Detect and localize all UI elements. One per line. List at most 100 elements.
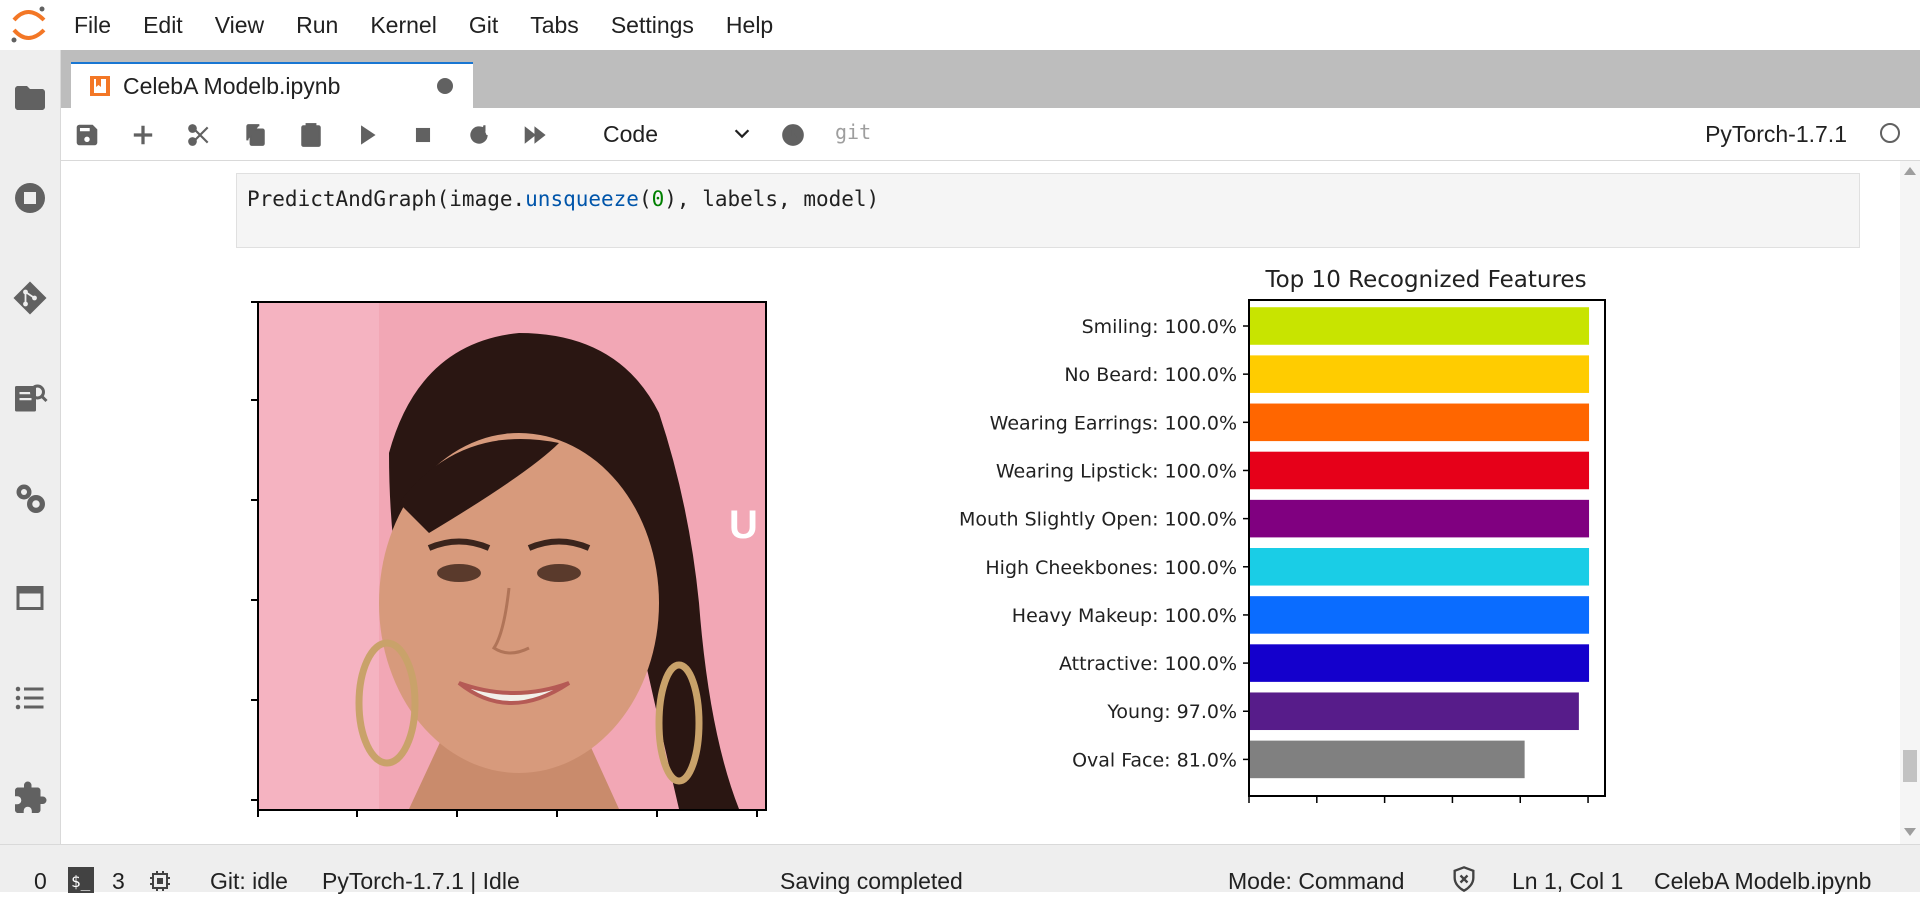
image-x-tick <box>257 811 259 817</box>
notebook-toolbar: Code git PyTorch-1.7.1 <box>61 108 1920 161</box>
copy-icon[interactable] <box>239 119 271 151</box>
fast-forward-icon[interactable] <box>519 119 551 151</box>
bar-label-2: Wearing Earrings: 100.0% <box>990 412 1237 434</box>
bar-label-7: Attractive: 100.0% <box>1059 653 1237 675</box>
bar-2 <box>1250 403 1590 442</box>
code-line: PredictAndGraph(image.unsqueeze(0), labe… <box>247 187 879 211</box>
open-tabs-icon[interactable] <box>10 578 50 618</box>
bar-label-8: Young: 97.0% <box>1106 701 1237 723</box>
bar-label-9: Oval Face: 81.0% <box>1072 749 1237 771</box>
bar-4 <box>1250 499 1590 538</box>
bar-3 <box>1250 451 1590 490</box>
code-text-suffix: ), labels, model) <box>664 187 880 211</box>
terminal-count[interactable]: 3 <box>112 868 125 894</box>
notebook-tab[interactable]: CelebA Modelb.ipynb <box>71 62 473 108</box>
menu-bar: File Edit View Run Kernel Git Tabs Setti… <box>0 0 1920 50</box>
menu-run[interactable]: Run <box>280 0 354 50</box>
chart-title: Top 10 Recognized Features <box>1264 267 1586 293</box>
bar-7 <box>1250 644 1590 682</box>
image-x-tick <box>556 811 558 817</box>
bar-9 <box>1250 740 1525 779</box>
bar-1 <box>1250 355 1590 393</box>
kernel-status-idle-icon <box>1880 123 1900 143</box>
paste-icon[interactable] <box>295 119 327 151</box>
extension-settings-gear-icon[interactable] <box>10 478 50 518</box>
cursor-position[interactable]: Ln 1, Col 1 <box>1512 868 1623 894</box>
extension-manager-puzzle-icon[interactable] <box>10 778 50 818</box>
run-icon[interactable] <box>351 119 383 151</box>
menu-kernel[interactable]: Kernel <box>354 0 452 50</box>
code-cell-input[interactable]: PredictAndGraph(image.unsqueeze(0), labe… <box>236 173 1860 248</box>
bar-label-0: Smiling: 100.0% <box>1082 316 1237 338</box>
stop-icon[interactable] <box>407 119 439 151</box>
image-y-tick <box>251 499 257 501</box>
notebook-tab-title: CelebA Modelb.ipynb <box>123 72 341 99</box>
menu-view[interactable]: View <box>199 0 280 50</box>
kernel-name[interactable]: PyTorch-1.7.1 <box>1705 121 1847 148</box>
git-status[interactable]: Git: idle <box>210 868 288 894</box>
mode-indicator[interactable]: Mode: Command <box>1228 868 1404 894</box>
clock-history-icon[interactable] <box>777 119 809 151</box>
kernel-chip-icon[interactable] <box>148 869 172 898</box>
image-x-tick <box>656 811 658 817</box>
save-status-message: Saving completed <box>780 868 963 894</box>
jupyter-logo-icon <box>0 0 74 50</box>
bar-label-5: High Cheekbones: 100.0% <box>985 557 1237 579</box>
scroll-down-arrow-icon[interactable] <box>1904 828 1916 836</box>
code-function-token: unsqueeze <box>525 187 639 211</box>
status-file-name: CelebA Modelb.ipynb <box>1654 868 1872 894</box>
feature-bar-chart: Top 10 Recognized Features Smiling: 100.… <box>959 267 1606 803</box>
unsaved-dot-icon[interactable] <box>437 78 453 94</box>
image-y-tick <box>251 399 257 401</box>
table-of-contents-icon[interactable] <box>10 678 50 718</box>
status-count[interactable]: 0 <box>34 868 47 894</box>
code-text: PredictAndGraph(image. <box>247 187 526 211</box>
git-toolbar-label[interactable]: git <box>835 120 871 144</box>
scrollbar-thumb[interactable] <box>1903 750 1917 782</box>
cut-icon[interactable] <box>183 119 215 151</box>
add-cell-icon[interactable] <box>127 119 159 151</box>
restart-icon[interactable] <box>463 119 495 151</box>
chevron-down-icon <box>731 122 753 144</box>
property-inspector-icon[interactable] <box>10 378 50 418</box>
folder-icon[interactable] <box>10 78 50 118</box>
save-icon[interactable] <box>71 119 103 151</box>
image-y-tick <box>251 301 257 303</box>
kernel-status[interactable]: PyTorch-1.7.1 | Idle <box>322 868 520 894</box>
bar-label-6: Heavy Makeup: 100.0% <box>1012 605 1237 627</box>
menu-tabs[interactable]: Tabs <box>514 0 595 50</box>
menu-edit[interactable]: Edit <box>127 0 199 50</box>
bar-6 <box>1250 596 1590 634</box>
image-x-tick <box>756 811 758 817</box>
image-x-tick <box>456 811 458 817</box>
status-bar: 0 $_ 3 Git: idle PyTorch-1.7.1 | Idle Sa… <box>0 844 1920 894</box>
menu-file[interactable]: File <box>74 0 127 50</box>
code-paren: ( <box>638 187 652 211</box>
bar-label-1: No Beard: 100.0% <box>1064 364 1237 386</box>
code-number-token: 0 <box>651 187 665 211</box>
git-icon[interactable] <box>10 278 50 318</box>
notebook-panel: PredictAndGraph(image.unsqueeze(0), labe… <box>61 161 1920 844</box>
bar-label-4: Mouth Slightly Open: 100.0% <box>959 509 1237 531</box>
image-y-tick <box>251 799 257 801</box>
menu-git[interactable]: Git <box>453 0 514 50</box>
image-y-tick <box>251 599 257 601</box>
shield-x-icon[interactable] <box>1450 865 1478 898</box>
bar-0 <box>1250 307 1590 345</box>
svg-text:$_: $_ <box>71 872 91 891</box>
vertical-scrollbar[interactable] <box>1900 161 1920 844</box>
running-stop-icon[interactable] <box>10 178 50 218</box>
notebook-icon <box>89 75 111 97</box>
bar-8 <box>1250 692 1579 731</box>
terminal-icon[interactable]: $_ <box>68 867 94 893</box>
svg-text:U: U <box>729 503 758 547</box>
image-y-tick <box>251 699 257 701</box>
cell-type-select[interactable]: Code <box>603 116 753 152</box>
left-sidebar <box>0 50 61 844</box>
image-x-tick <box>356 811 358 817</box>
menu-help[interactable]: Help <box>710 0 789 50</box>
scroll-up-arrow-icon[interactable] <box>1904 167 1916 175</box>
bar-5 <box>1250 548 1590 586</box>
output-face-image: U <box>257 301 767 811</box>
menu-settings[interactable]: Settings <box>595 0 710 50</box>
